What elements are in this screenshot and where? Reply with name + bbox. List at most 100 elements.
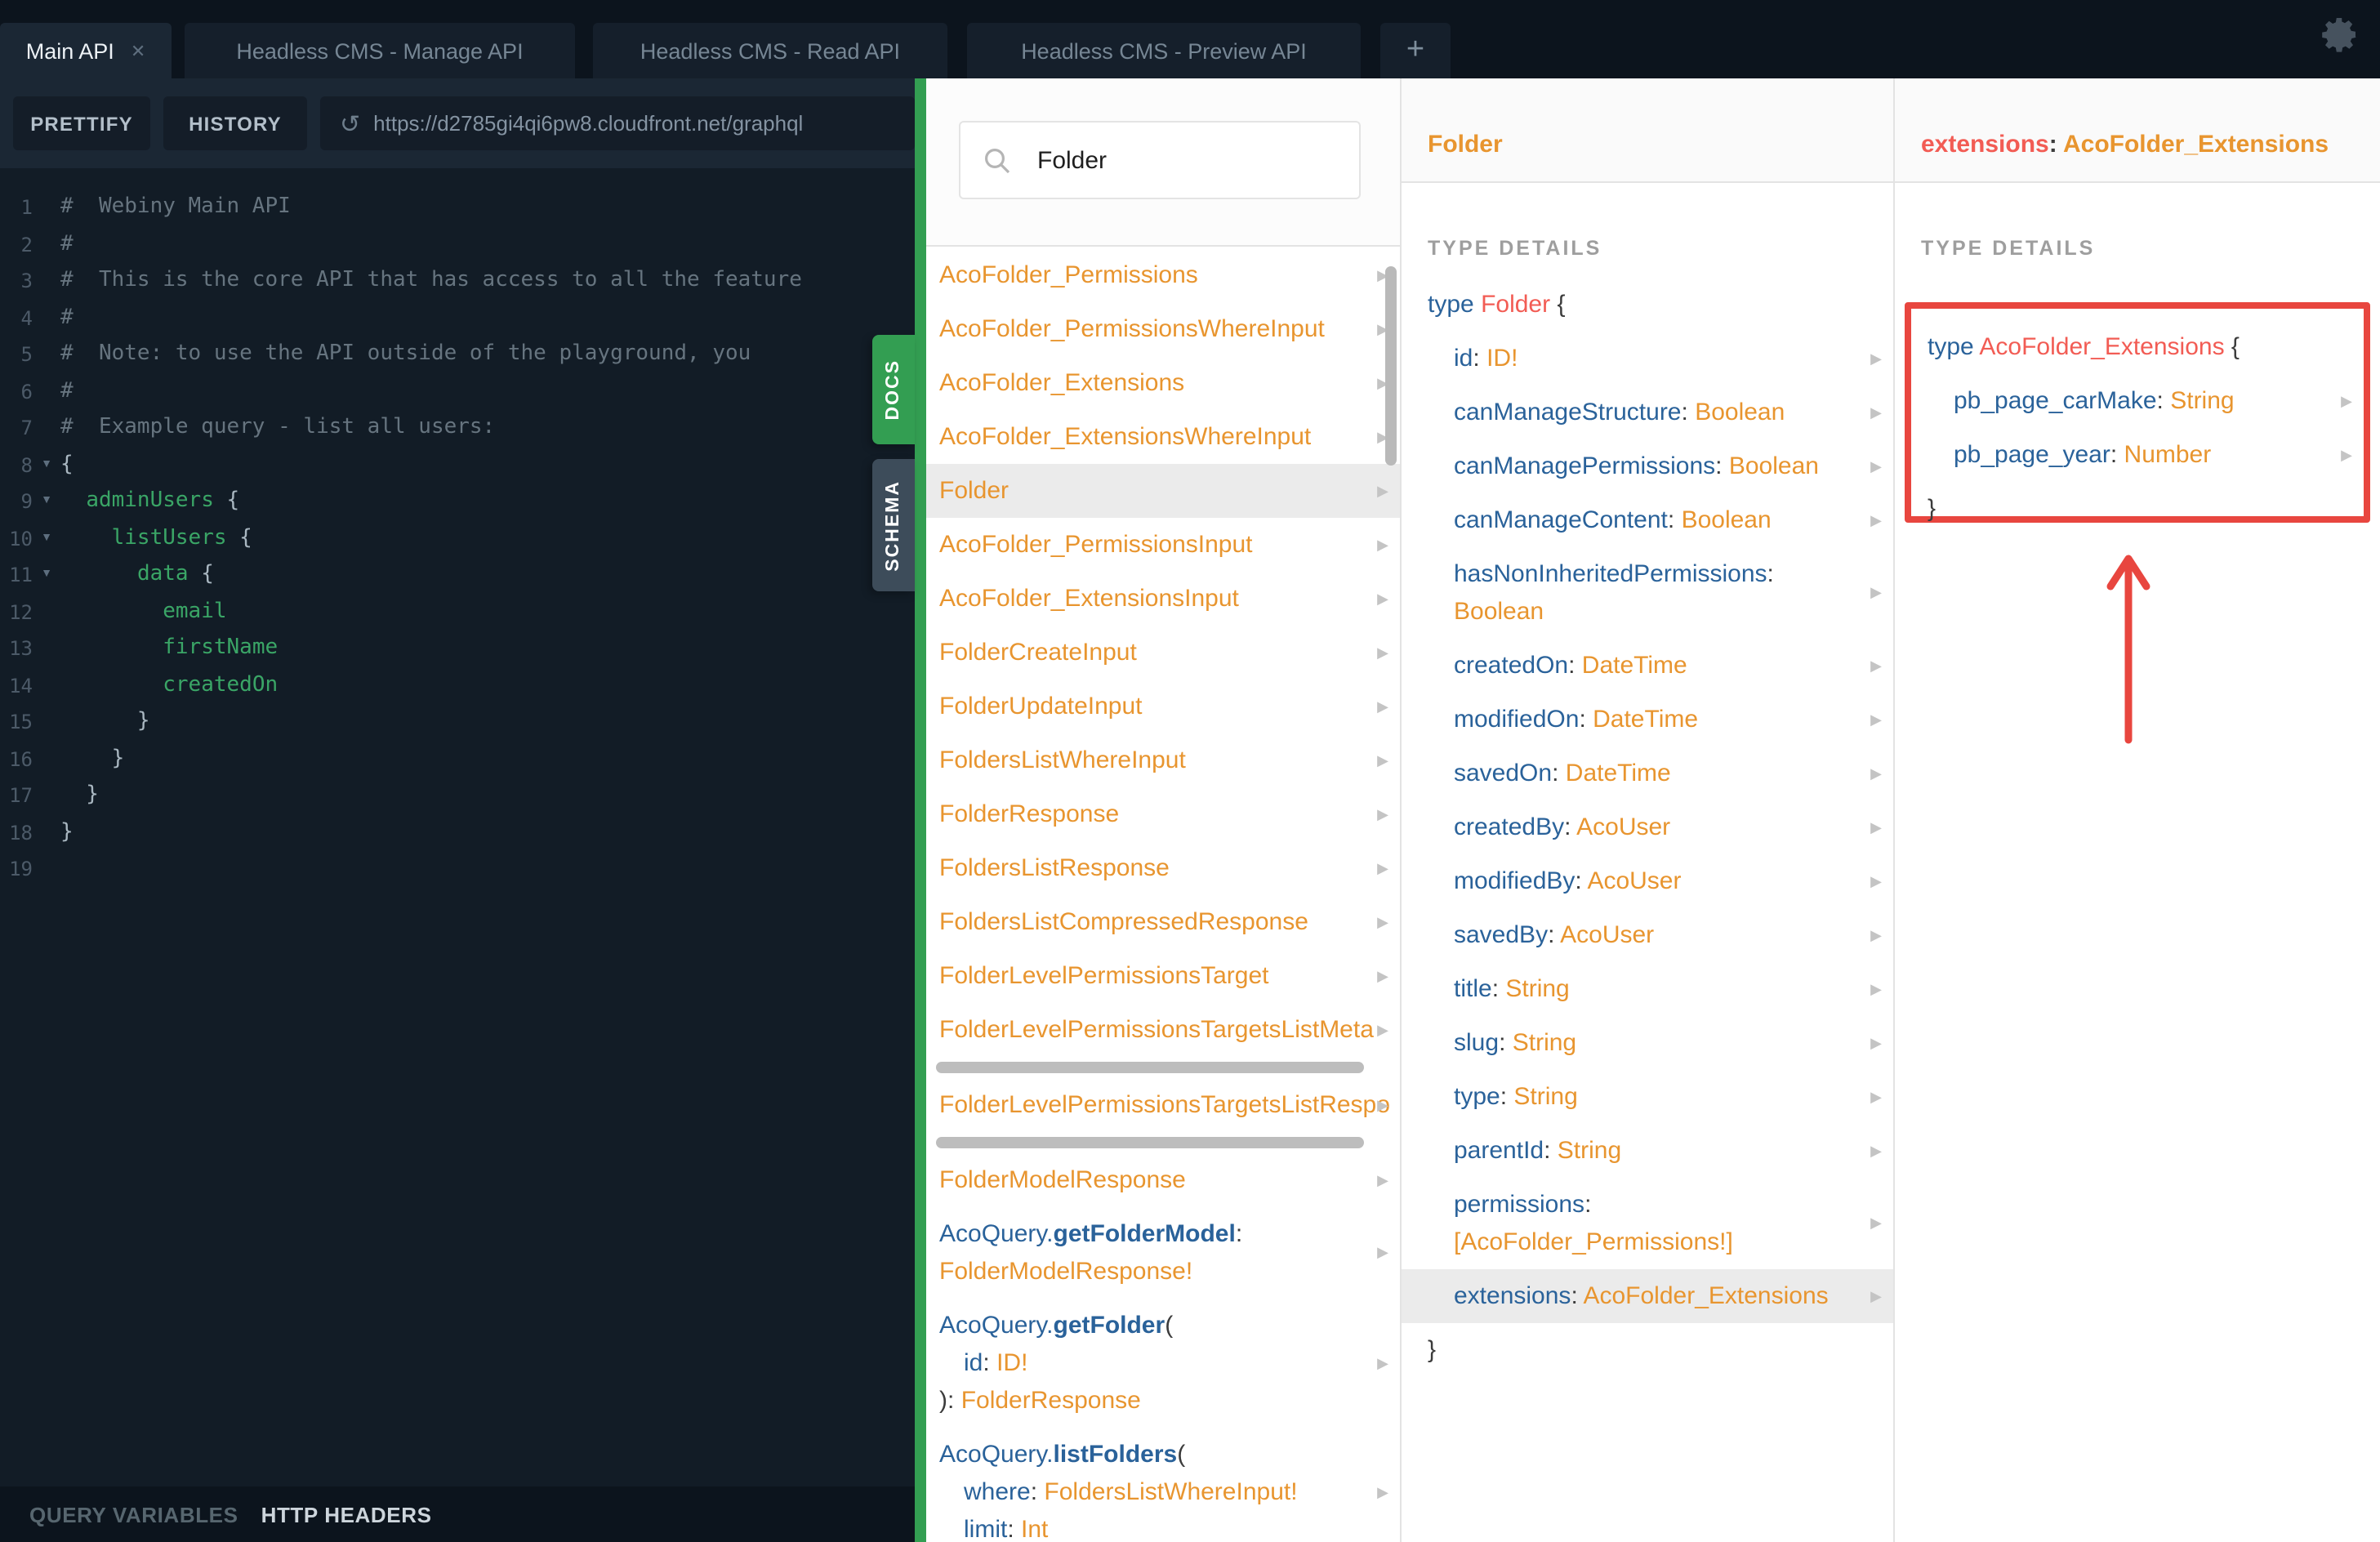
field-row-modifiedOn[interactable]: modifiedOn: DateTime ▶: [1402, 693, 1893, 746]
text-segment: }: [60, 746, 125, 770]
add-tab-button[interactable]: +: [1380, 23, 1451, 78]
field-row-pb_page_carMake[interactable]: pb_page_carMake: String ▶: [1911, 374, 2364, 428]
field-row-id[interactable]: id: ID! ▶: [1402, 332, 1893, 386]
type-list-item[interactable]: AcoFolder_Extensions ▶: [926, 356, 1400, 410]
history-button[interactable]: HISTORY: [163, 96, 307, 150]
text-segment: createdBy: [1454, 813, 1565, 841]
endpoint-url-input[interactable]: ↺ https://d2785gi4qi6pw8.cloudfront.net/…: [320, 96, 915, 150]
type-list-item[interactable]: AcoFolder_ExtensionsWhereInput ▶: [926, 410, 1400, 464]
field-row-slug[interactable]: slug: String ▶: [1402, 1016, 1893, 1070]
close-tab-icon[interactable]: ✕: [131, 40, 145, 61]
type-list-item[interactable]: AcoFolder_Permissions ▶: [926, 248, 1400, 302]
field-row-savedBy[interactable]: savedBy: AcoUser ▶: [1402, 908, 1893, 962]
code-line[interactable]: 8 ▼{: [0, 447, 916, 484]
http-headers-tab[interactable]: HTTP HEADERS: [261, 1502, 432, 1526]
field-row-canManagePermissions[interactable]: canManagePermissions: Boolean ▶: [1402, 439, 1893, 493]
field-row-canManageContent[interactable]: canManageContent: Boolean ▶: [1402, 493, 1893, 547]
field-row-createdOn[interactable]: createdOn: DateTime ▶: [1402, 639, 1893, 693]
type-list-item[interactable]: Folder ▶: [926, 464, 1400, 518]
horizontal-scrollbar-thumb[interactable]: [936, 1137, 1364, 1148]
field-row-canManageStructure[interactable]: canManageStructure: Boolean ▶: [1402, 386, 1893, 439]
prettify-button[interactable]: PRETTIFY: [13, 96, 150, 150]
text-segment: :: [1544, 1137, 1558, 1165]
fold-caret-icon[interactable]: ▼: [33, 520, 60, 557]
code-line[interactable]: 7 # Example query - list all users:: [0, 410, 916, 447]
field-row-parentId[interactable]: parentId: String ▶: [1402, 1124, 1893, 1178]
code-text: # This is the core API that has access t…: [60, 263, 802, 300]
type-list-item[interactable]: AcoQuery.listFolders(where: FoldersListW…: [926, 1428, 1400, 1542]
type-list-item[interactable]: AcoFolder_PermissionsInput ▶: [926, 518, 1400, 572]
code-line[interactable]: 13 firstName: [0, 631, 916, 667]
field-row-modifiedBy[interactable]: modifiedBy: AcoUser ▶: [1402, 854, 1893, 908]
type-list-item[interactable]: FoldersListWhereInput ▶: [926, 733, 1400, 787]
list-item-line: AcoFolder_ExtensionsInput: [939, 580, 1361, 617]
code-line[interactable]: 2 #: [0, 226, 916, 263]
field-row-type[interactable]: type: String ▶: [1402, 1070, 1893, 1124]
code-line[interactable]: 15 }: [0, 704, 916, 741]
code-line[interactable]: 17 }: [0, 778, 916, 814]
text-segment: Boolean: [1681, 506, 1772, 534]
api-tab-headless-cms-manage-api[interactable]: Headless CMS - Manage API: [185, 23, 575, 78]
search-input[interactable]: Folder: [959, 121, 1361, 199]
graphql-playground-window: Main API ✕ Headless CMS - Manage API Headle…: [0, 0, 2380, 1542]
text-segment: :: [1564, 813, 1577, 841]
code-line[interactable]: 9 ▼ adminUsers {: [0, 484, 916, 520]
code-line[interactable]: 11 ▼ data {: [0, 557, 916, 594]
reload-icon[interactable]: ↺: [340, 109, 360, 138]
query-editor[interactable]: 1 # Webiny Main API 2 #3 # This is the core …: [0, 168, 916, 1508]
text-segment: :: [1499, 1029, 1513, 1057]
code-line[interactable]: 5 # Note: to use the API outside of the p…: [0, 336, 916, 373]
line-number: 13: [9, 637, 33, 660]
code-line[interactable]: 18}: [0, 814, 916, 851]
fold-caret-icon[interactable]: ▼: [33, 484, 60, 520]
horizontal-scrollbar-thumb[interactable]: [936, 1062, 1364, 1073]
api-tab-main-api[interactable]: Main API ✕: [0, 23, 172, 78]
type-declaration: type AcoFolder_Extensions {: [1911, 320, 2364, 374]
docs-panel-divider[interactable]: [915, 78, 926, 1542]
code-line[interactable]: 10 ▼ listUsers {: [0, 520, 916, 557]
field-row-pb_page_year[interactable]: pb_page_year: Number ▶: [1911, 428, 2364, 482]
api-tab-headless-cms-read-api[interactable]: Headless CMS - Read API: [593, 23, 947, 78]
code-line[interactable]: 3 # This is the core API that has access …: [0, 263, 916, 300]
fold-caret-icon[interactable]: ▼: [33, 557, 60, 594]
field-row-permissions[interactable]: permissions: [AcoFolder_Permissions!] ▶: [1402, 1178, 1893, 1269]
type-list-item[interactable]: FolderLevelPermissionsTargetsListMeta ▶: [926, 1003, 1400, 1057]
expand-arrow-icon: ▶: [1377, 1354, 1388, 1370]
type-list-item[interactable]: FolderResponse ▶: [926, 787, 1400, 841]
type-list-item[interactable]: AcoFolder_ExtensionsInput ▶: [926, 572, 1400, 626]
code-line[interactable]: 1 # Webiny Main API: [0, 189, 916, 226]
type-list-item[interactable]: AcoFolder_PermissionsWhereInput ▶: [926, 302, 1400, 356]
field-row-extensions[interactable]: extensions: AcoFolder_Extensions ▶: [1402, 1269, 1893, 1323]
query-variables-tab[interactable]: QUERY VARIABLES: [29, 1502, 238, 1526]
code-line[interactable]: 16 }: [0, 741, 916, 778]
code-line[interactable]: 14 createdOn: [0, 667, 916, 704]
type-list-item[interactable]: FoldersListCompressedResponse ▶: [926, 895, 1400, 949]
docs-side-tab[interactable]: DOCS: [872, 335, 915, 444]
text-segment: :: [1007, 1516, 1022, 1542]
api-tab-headless-cms-preview-api[interactable]: Headless CMS - Preview API: [967, 23, 1361, 78]
code-text: email: [60, 594, 226, 631]
type-list-item[interactable]: FolderCreateInput ▶: [926, 626, 1400, 680]
type-list-item[interactable]: FolderLevelPermissionsTargetsListRespo ▶: [926, 1078, 1400, 1132]
type-list-item[interactable]: AcoQuery.getFolderModel: FolderModelRespo…: [926, 1207, 1400, 1299]
type-list-item[interactable]: FolderUpdateInput ▶: [926, 680, 1400, 733]
field-row-createdBy[interactable]: createdBy: AcoUser ▶: [1402, 800, 1893, 854]
schema-side-tab[interactable]: SCHEMA: [872, 459, 915, 591]
field-row-hasNonInheritedPermissions[interactable]: hasNonInheritedPermissions: Boolean ▶: [1402, 547, 1893, 639]
fold-caret-icon[interactable]: ▼: [33, 447, 60, 484]
text-segment: slug: [1454, 1029, 1500, 1057]
field-row-savedOn[interactable]: savedOn: DateTime ▶: [1402, 746, 1893, 800]
field-row-title[interactable]: title: String ▶: [1402, 962, 1893, 1016]
type-list-item[interactable]: FolderModelResponse ▶: [926, 1153, 1400, 1207]
type-list-item[interactable]: AcoQuery.getFolder(id: ID!): FolderRespo…: [926, 1299, 1400, 1428]
code-line[interactable]: 12 email: [0, 594, 916, 631]
code-line[interactable]: 19: [0, 851, 916, 888]
settings-gear-icon[interactable]: [2320, 15, 2359, 54]
list-scrollbar-thumb[interactable]: [1385, 266, 1397, 466]
type-list-item[interactable]: FoldersListResponse ▶: [926, 841, 1400, 895]
type-list-item[interactable]: FolderLevelPermissionsTarget ▶: [926, 949, 1400, 1003]
code-line[interactable]: 6 #: [0, 373, 916, 410]
fold-gutter: [33, 594, 60, 631]
text-segment: :: [1552, 760, 1566, 787]
code-line[interactable]: 4 #: [0, 300, 916, 336]
